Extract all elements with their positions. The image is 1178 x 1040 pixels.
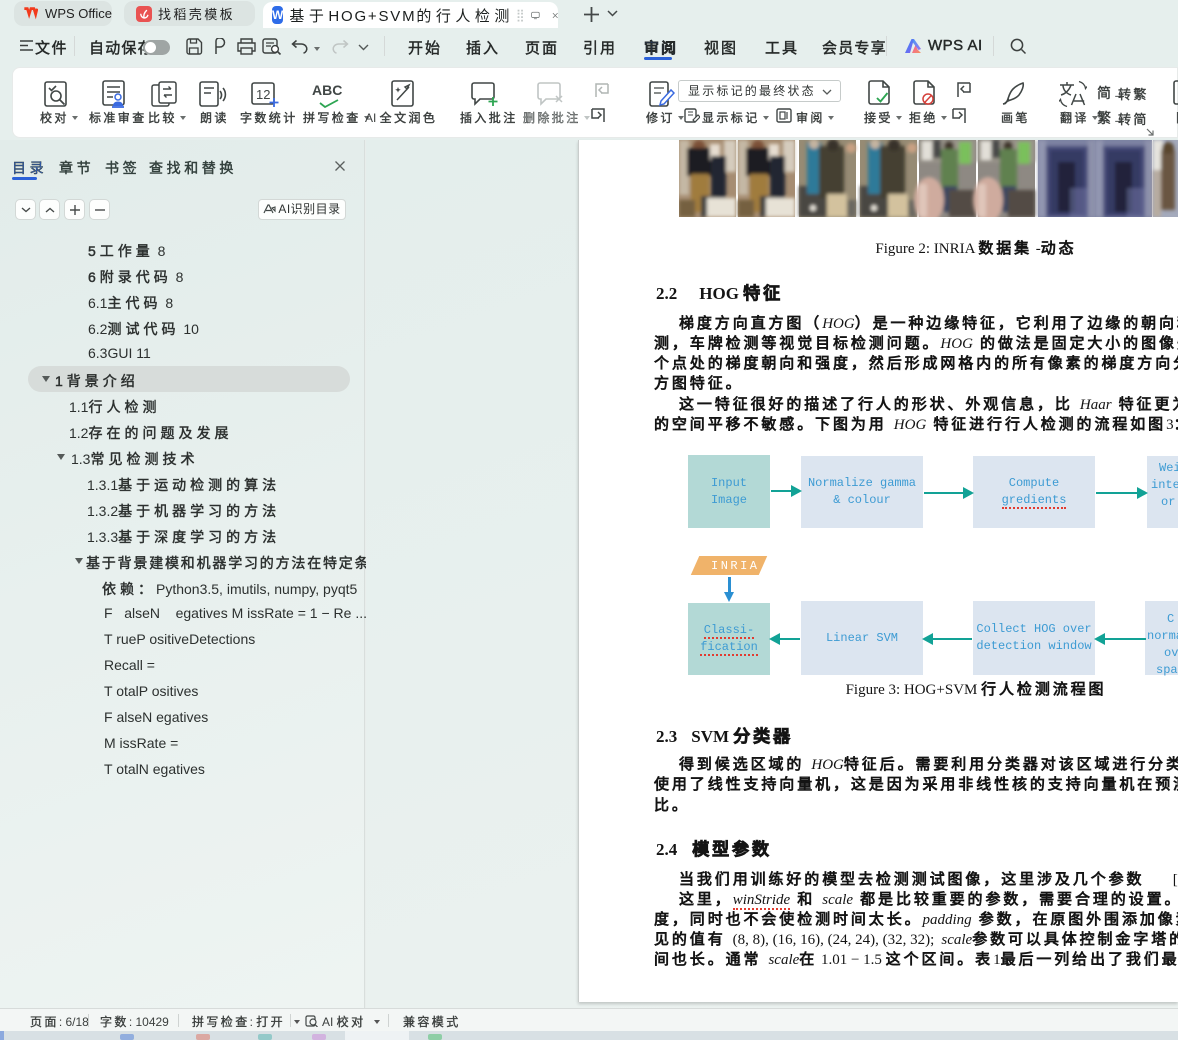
svg-text:12: 12 <box>256 87 270 102</box>
